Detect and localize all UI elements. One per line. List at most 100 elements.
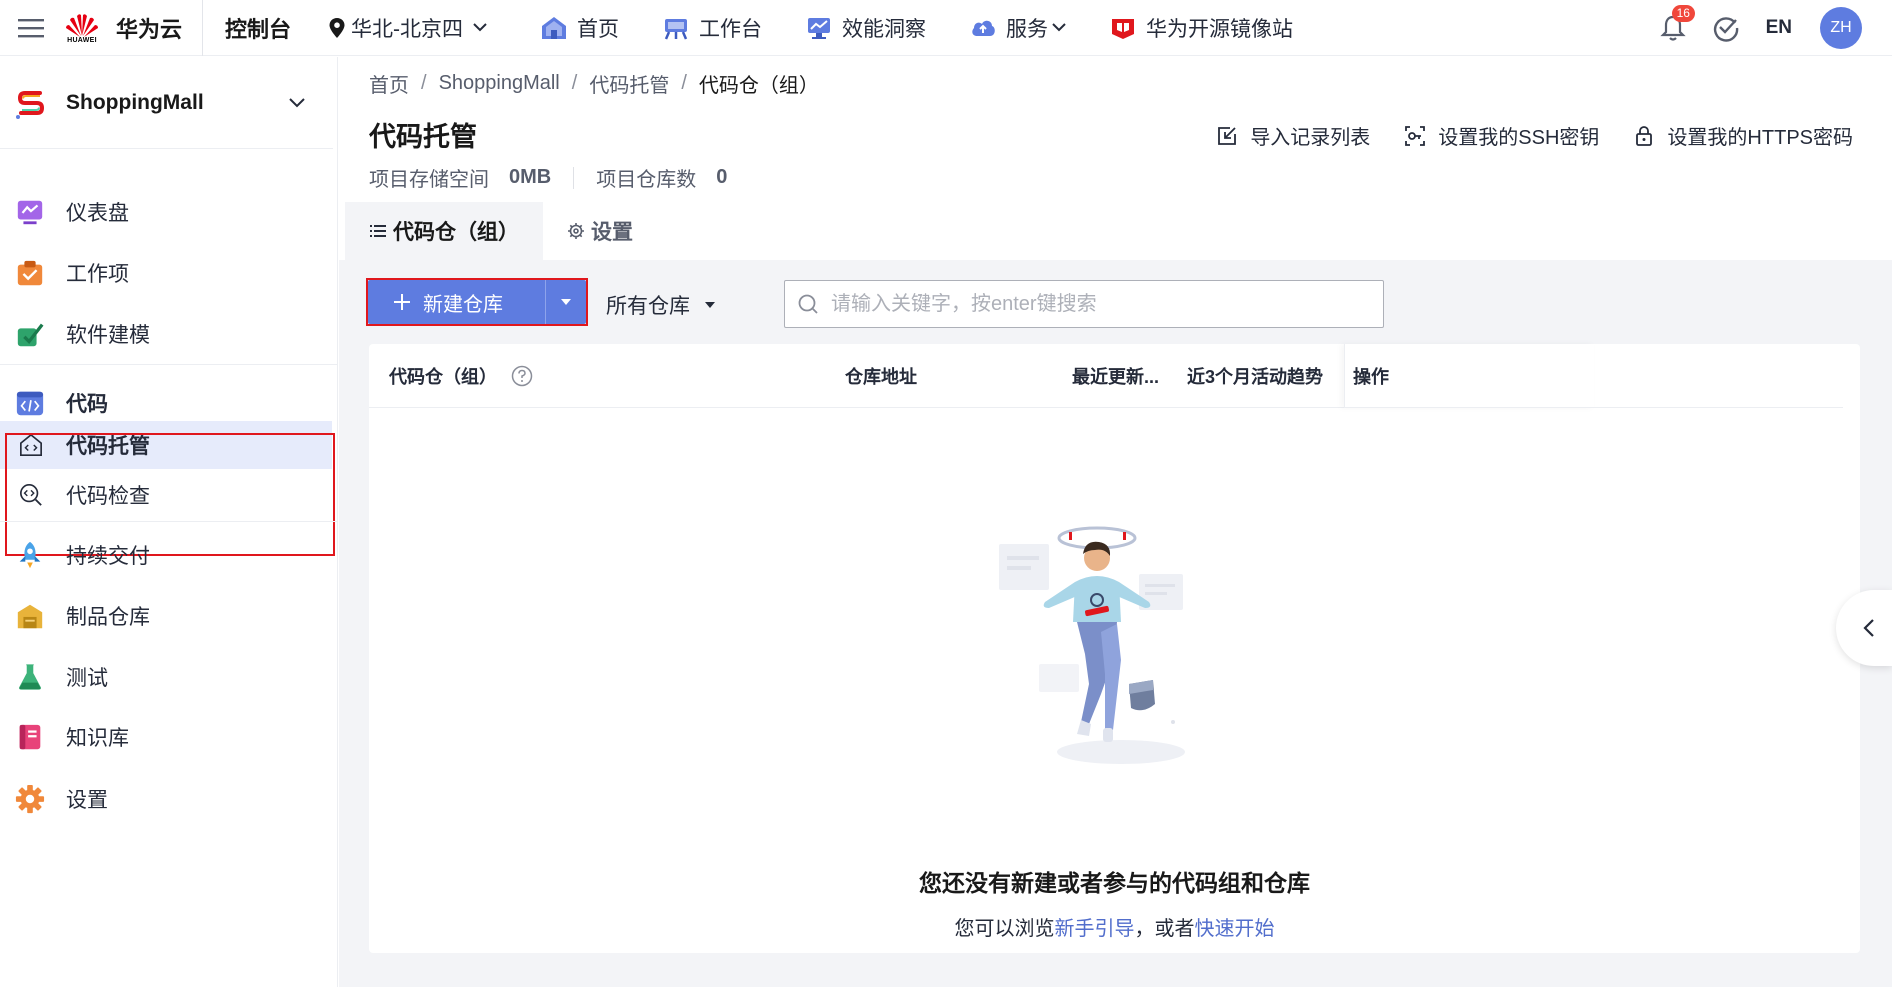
sidebar-item-delivery[interactable]: 持续交付: [0, 525, 332, 585]
import-records-link[interactable]: 导入记录列表: [1216, 121, 1370, 150]
nav-home[interactable]: 首页: [541, 13, 619, 43]
sidebar-item-label: 软件建模: [66, 324, 150, 347]
nav-service-label: 服务: [1006, 17, 1049, 41]
region-selector[interactable]: 华北-北京四: [329, 13, 487, 43]
search-icon: [798, 294, 818, 314]
wiki-icon: [14, 721, 46, 753]
project-selector[interactable]: ShoppingMall: [0, 57, 333, 149]
chevron-down-icon: [289, 97, 305, 107]
mirror-icon: [1112, 18, 1135, 39]
page-title: 代码托管: [369, 122, 477, 152]
chevron-left-icon: [1863, 619, 1874, 637]
divider: [573, 166, 575, 189]
sidebar-item-code-hosting[interactable]: 代码托管: [0, 421, 332, 469]
sidebar-item-label: 代码检查: [66, 485, 150, 508]
code-icon: [14, 387, 46, 419]
ssh-key-label: 设置我的SSH密钥: [1438, 127, 1600, 149]
sidebar-item-label: 代码: [66, 393, 108, 416]
help-icon[interactable]: [511, 365, 533, 387]
sidebar: ShoppingMall 仪表盘 工作项 软件建模 代码 代码托管 代码检查 持…: [0, 57, 338, 987]
ssh-key-link[interactable]: 设置我的SSH密钥: [1404, 121, 1599, 150]
lock-icon: [1636, 125, 1653, 146]
home-icon: [542, 16, 567, 39]
artifact-icon: [14, 600, 46, 632]
console-link[interactable]: 控制台: [225, 12, 291, 44]
nav-insight-label: 效能洞察: [842, 17, 927, 41]
task-check-icon[interactable]: [1712, 14, 1740, 42]
table-header: 代码仓（组） 仓库地址 最近更新... 近3个月活动趋势 操作: [369, 344, 1843, 408]
sidebar-item-label: 知识库: [66, 727, 129, 750]
sidebar-item-work-item[interactable]: 工作项: [0, 243, 332, 303]
sidebar-item-artifact[interactable]: 制品仓库: [0, 586, 332, 646]
dashboard-icon: [14, 196, 46, 228]
brand[interactable]: HUAWEI 华为云: [62, 0, 204, 56]
nav-insight[interactable]: 效能洞察: [806, 13, 926, 43]
new-repo-label: 新建仓库: [423, 293, 503, 316]
notification-badge: 16: [1671, 5, 1695, 22]
breadcrumb-current: 代码仓（组）: [698, 75, 819, 97]
hamburger-menu-icon[interactable]: [0, 0, 62, 56]
empty-state-illustration: [999, 526, 1185, 764]
empty-state-subtitle: 您可以浏览新手引导，或者快速开始: [369, 912, 1860, 941]
chevron-down-icon: [1052, 23, 1066, 32]
breadcrumb: 首页 / ShoppingMall / 代码托管 / 代码仓（组）: [369, 69, 819, 98]
nav-workbench[interactable]: 工作台: [663, 13, 762, 43]
breadcrumb-separator: /: [421, 72, 427, 94]
sidebar-item-wiki[interactable]: 知识库: [0, 707, 332, 767]
tab-bar: 代码仓（组） 设置: [345, 202, 657, 260]
notification-bell-icon[interactable]: 16: [1658, 5, 1695, 43]
search-input[interactable]: [831, 292, 1371, 316]
empty-state-title: 您还没有新建或者参与的代码组和仓库: [919, 870, 1310, 896]
page-header: 首页 / ShoppingMall / 代码托管 / 代码仓（组） 代码托管 导…: [339, 57, 1892, 260]
https-password-link[interactable]: 设置我的HTTPS密码: [1633, 121, 1853, 150]
huawei-logo-icon: HUAWEI: [62, 6, 102, 50]
sidebar-item-test[interactable]: 测试: [0, 647, 332, 707]
user-avatar[interactable]: ZH: [1820, 7, 1862, 49]
new-repo-button[interactable]: 新建仓库: [368, 280, 586, 324]
column-header-address: 仓库地址: [845, 344, 917, 408]
work-item-icon: [14, 257, 46, 289]
nav-service[interactable]: 服务: [970, 13, 1066, 43]
column-header-label: 仓库地址: [845, 367, 917, 387]
breadcrumb-home[interactable]: 首页: [369, 69, 409, 98]
project-logo-icon: [14, 85, 48, 120]
nav-mirror-label: 华为开源镜像站: [1146, 17, 1294, 41]
breadcrumb-project[interactable]: ShoppingMall: [439, 72, 560, 95]
workbench-icon: [664, 18, 688, 39]
nav-mirror[interactable]: 华为开源镜像站: [1110, 13, 1293, 43]
new-repo-dropdown-button[interactable]: [546, 298, 586, 306]
beginner-guide-link[interactable]: 新手引导: [1055, 918, 1135, 940]
language-switch[interactable]: EN: [1766, 17, 1792, 39]
nav-workbench-label: 工作台: [699, 17, 763, 41]
sidebar-item-label: 设置: [66, 789, 108, 812]
column-header-updated[interactable]: 最近更新...: [1072, 344, 1159, 408]
list-icon: [370, 225, 386, 237]
repo-filter-dropdown[interactable]: 所有仓库: [606, 290, 716, 320]
column-header-label: 最近更新...: [1072, 367, 1160, 387]
sidebar-item-label: 测试: [66, 667, 108, 690]
column-header-label: 操作: [1353, 367, 1389, 387]
tab-settings[interactable]: 设置: [543, 202, 657, 260]
breadcrumb-code-hosting[interactable]: 代码托管: [589, 69, 669, 98]
search-box: [784, 280, 1384, 328]
repo-count-label: 项目仓库数: [596, 169, 697, 191]
quick-start-link[interactable]: 快速开始: [1195, 918, 1275, 940]
sidebar-item-modeling[interactable]: 软件建模: [0, 304, 332, 364]
sidebar-item-label: 持续交付: [66, 545, 150, 568]
test-icon: [14, 661, 46, 693]
project-stats: 项目存储空间 0MB 项目仓库数 0: [369, 163, 727, 192]
column-header-ops: 操作: [1344, 344, 1594, 408]
delivery-icon: [14, 539, 46, 571]
sidebar-item-code-check[interactable]: 代码检查: [0, 469, 332, 521]
column-header-label: 代码仓（组）: [389, 367, 497, 387]
divider: [0, 364, 338, 365]
breadcrumb-separator: /: [681, 72, 687, 94]
storage-value: 0MB: [509, 166, 552, 188]
project-name: ShoppingMall: [66, 90, 204, 114]
modeling-icon: [14, 318, 46, 350]
tab-repos[interactable]: 代码仓（组）: [345, 202, 543, 260]
column-header-label: 近3个月活动趋势: [1187, 367, 1324, 387]
sidebar-item-dashboard[interactable]: 仪表盘: [0, 182, 332, 242]
insight-icon: [808, 17, 831, 39]
sidebar-item-settings[interactable]: 设置: [0, 769, 332, 829]
